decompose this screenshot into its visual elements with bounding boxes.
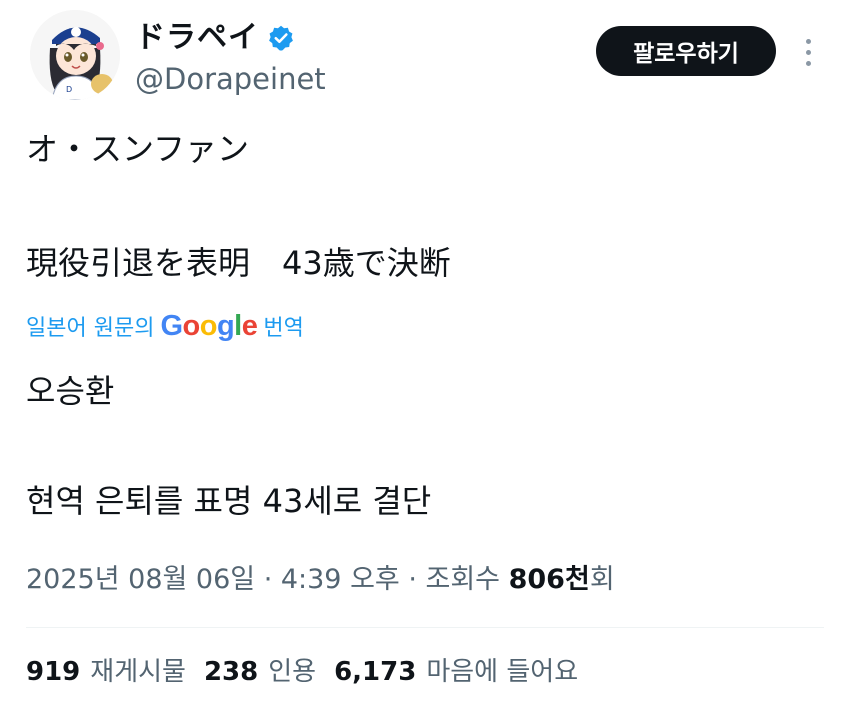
- engagement-stats: 919 재게시물 238 인용 6,173 마음에 들어요: [26, 652, 578, 692]
- tweet-translated-line-1: 오승환: [26, 372, 115, 410]
- verified-badge-icon: [267, 24, 295, 52]
- translation-attribution[interactable]: 일본어 원문의 Google 번역: [26, 308, 304, 344]
- translation-suffix: 번역: [263, 316, 304, 341]
- follow-button[interactable]: 팔로우하기: [596, 26, 776, 76]
- tweet-original-line-2: 現役引退を表明 43歳で決断: [26, 244, 451, 282]
- reposts-count: 919: [26, 657, 81, 687]
- author-name-row: ドラペイ: [135, 18, 295, 58]
- tweet-timestamp[interactable]: 2025년 08월 06일 · 4:39 오후 · 조회수: [26, 564, 509, 595]
- likes-count: 6,173: [334, 657, 417, 687]
- display-name[interactable]: ドラペイ: [135, 18, 259, 58]
- views-suffix: 회: [589, 564, 615, 595]
- quotes-count: 238: [203, 657, 259, 687]
- more-vertical-icon[interactable]: [796, 34, 820, 70]
- likes-label: 마음에 들어요: [426, 657, 579, 687]
- tweet-original-line-1: オ・スンファン: [26, 130, 250, 168]
- quotes-stat[interactable]: 238 인용: [204, 652, 316, 692]
- anime-avatar-icon: D: [30, 10, 120, 100]
- tweet-translated-line-2: 현역 은퇴를 표명 43세로 결단: [26, 482, 432, 520]
- quotes-label: 인용: [268, 657, 317, 687]
- tweet-meta: 2025년 08월 06일 · 4:39 오후 · 조회수 806천회: [26, 560, 615, 600]
- translation-prefix: 일본어 원문의: [26, 316, 155, 341]
- svg-text:D: D: [66, 85, 72, 94]
- avatar[interactable]: D: [30, 10, 120, 100]
- likes-stat[interactable]: 6,173 마음에 들어요: [334, 652, 578, 692]
- reposts-stat[interactable]: 919 재게시물: [26, 652, 186, 692]
- divider: [26, 627, 824, 628]
- author-handle[interactable]: @Dorapeinet: [135, 60, 326, 98]
- views-count: 806천: [508, 564, 590, 595]
- google-logo: Google: [160, 309, 258, 342]
- reposts-label: 재게시물: [90, 657, 186, 687]
